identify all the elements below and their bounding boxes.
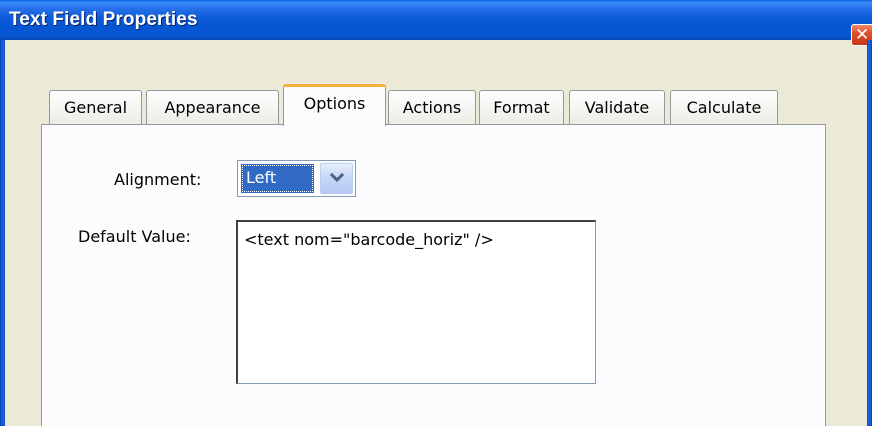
tab-validate[interactable]: Validate <box>569 90 665 125</box>
tab-appearance[interactable]: Appearance <box>146 90 279 125</box>
window-frame-left <box>0 40 5 426</box>
window-frame-right <box>867 40 872 426</box>
alignment-select[interactable]: Left <box>237 160 356 197</box>
default-value-label: Default Value: <box>78 227 191 246</box>
alignment-label: Alignment: <box>114 170 202 189</box>
tab-calculate[interactable]: Calculate <box>670 90 778 125</box>
alignment-selected-value: Left <box>241 164 314 193</box>
window-title: Text Field Properties <box>9 9 198 30</box>
text-field-properties-dialog: Text Field Properties ✕ General Appearan… <box>0 0 872 426</box>
tab-actions[interactable]: Actions <box>388 90 476 125</box>
default-value-textarea[interactable]: <text nom="barcode_horiz" /> <box>236 220 596 384</box>
tab-options[interactable]: Options <box>283 84 386 126</box>
tab-general[interactable]: General <box>49 90 142 125</box>
tab-format[interactable]: Format <box>479 90 564 125</box>
title-bar[interactable]: Text Field Properties ✕ <box>0 0 872 46</box>
alignment-dropdown-button[interactable] <box>320 163 353 194</box>
chevron-down-icon <box>329 172 345 183</box>
